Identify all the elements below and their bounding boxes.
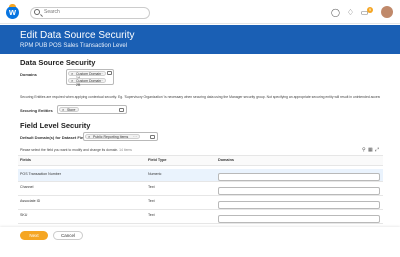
domain-input[interactable] [218,215,380,223]
column-header-fields: Fields [20,158,31,162]
items-count: 14 items [119,148,132,152]
column-header-field-type: Field Type [148,158,167,162]
list-icon[interactable] [107,71,112,75]
page-subtitle: RPM PUB POS Sales Transaction Level [20,43,128,49]
chat-icon[interactable]: ◯ [331,8,340,17]
domains-label: Domains [20,72,37,77]
table-instruction: Please select the field you want to modi… [20,148,132,152]
field-type: Text [148,199,155,203]
domain-input[interactable] [218,173,380,181]
cancel-button[interactable]: Cancel [53,231,83,240]
workday-logo[interactable]: w [6,4,19,19]
securing-entity-item[interactable]: Store [59,107,79,112]
default-domain-item[interactable]: Public Reporting Items [85,134,140,139]
notification-badge: 9 [367,7,373,13]
search-placeholder: Search [44,9,60,15]
field-name: Channel [20,185,34,189]
list-icon[interactable] [150,135,155,139]
domain-input[interactable] [218,201,380,209]
filter-icon[interactable]: ⚲ [362,147,366,153]
search-icon [34,9,40,15]
page-title: Edit Data Source Security [20,30,135,41]
field-type: Text [148,213,155,217]
domain-input[interactable] [218,187,380,195]
securing-entities-note: Securing Entities are required when appl… [20,95,380,99]
field-type: Numeric [148,172,162,176]
field-level-security-heading: Field Level Security [20,121,91,130]
field-name: SKU [20,213,28,217]
bell-icon[interactable]: ♢ [346,8,355,17]
field-name: POS Transaction Number [20,172,61,176]
domain-item[interactable]: Custom Domain 1A [68,71,106,80]
default-domains-label: Default Domain(s) for Dataset Fields [20,135,89,140]
table-header [18,155,383,166]
securing-entities-label: Securing Entities [20,108,53,113]
next-button[interactable]: Next [20,231,48,240]
table-view-icon[interactable]: ▦ [368,147,373,153]
field-name: Associate ID [20,199,41,203]
data-source-security-heading: Data Source Security [20,58,96,67]
domain-item[interactable]: Custom Domain 2B [68,78,106,87]
list-icon[interactable] [119,108,124,112]
field-type: Text [148,185,155,189]
expand-icon[interactable]: ⤢ [375,147,379,153]
avatar[interactable] [381,6,393,18]
column-header-domains: Domains [218,158,235,162]
